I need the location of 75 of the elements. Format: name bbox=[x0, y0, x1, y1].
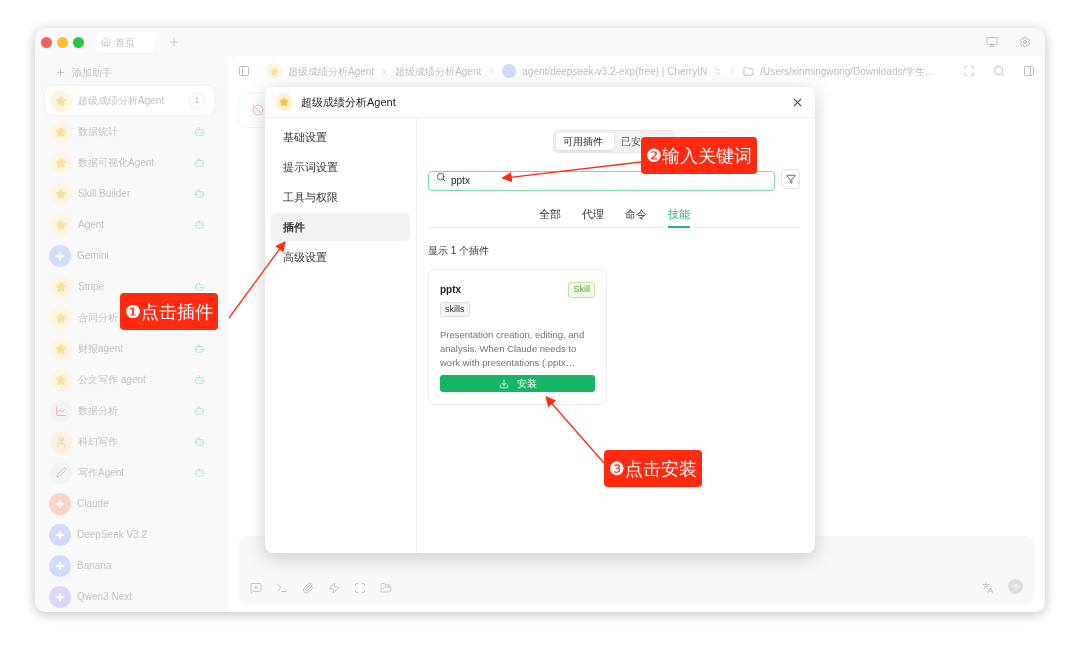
expand-icon[interactable] bbox=[354, 582, 366, 594]
sidebar-toggle-icon[interactable] bbox=[238, 65, 250, 77]
filter-tab[interactable]: 命令 bbox=[624, 206, 647, 228]
star-avatar-icon bbox=[275, 93, 293, 111]
type-tag: Skill bbox=[568, 282, 595, 298]
new-tab-icon[interactable] bbox=[168, 36, 180, 48]
bot-icon bbox=[194, 126, 205, 137]
annotation-tooltip: ❶点击插件 bbox=[120, 293, 219, 330]
plugin-name: pptx bbox=[440, 283, 463, 298]
filter-tab[interactable]: 代理 bbox=[581, 206, 604, 228]
chevrons-icon bbox=[713, 66, 723, 76]
dialog-title: 超级成绩分析Agent bbox=[301, 94, 396, 110]
lightning-icon[interactable] bbox=[328, 582, 340, 594]
star-avatar-icon bbox=[50, 89, 72, 112]
terminal-icon[interactable] bbox=[276, 582, 288, 594]
bot-icon bbox=[194, 467, 205, 478]
blocked-icon bbox=[252, 104, 264, 116]
result-count: 显示 1 个插件 bbox=[428, 244, 490, 258]
install-button[interactable]: 安装 bbox=[440, 375, 595, 392]
annotation-tooltip: ❸点击安装 bbox=[604, 450, 703, 487]
star-avatar-icon bbox=[50, 306, 72, 329]
home-icon bbox=[101, 37, 111, 47]
settings-nav-item[interactable]: 提示词设置 bbox=[271, 153, 410, 181]
bot-icon bbox=[194, 405, 205, 416]
send-button[interactable] bbox=[1008, 579, 1023, 594]
star-avatar-icon bbox=[50, 368, 72, 391]
search-icon[interactable] bbox=[993, 65, 1005, 77]
search-icon bbox=[436, 172, 446, 182]
bot-icon bbox=[194, 281, 205, 292]
model-selector[interactable]: agent/deepseek-v3.2-exp(free) | CherryIN bbox=[522, 63, 708, 79]
settings-nav-item[interactable]: 高级设置 bbox=[271, 243, 410, 271]
folder-icon bbox=[743, 65, 755, 77]
filter-button[interactable] bbox=[781, 169, 800, 189]
monitor-icon[interactable] bbox=[986, 36, 998, 48]
star-avatar-icon bbox=[50, 151, 72, 174]
plus-icon bbox=[55, 67, 66, 78]
settings-icon[interactable] bbox=[1019, 36, 1031, 48]
panel-toggle-icon[interactable] bbox=[1023, 65, 1035, 77]
settings-nav-item[interactable]: 插件 bbox=[271, 213, 410, 241]
arrow-up-icon bbox=[1010, 581, 1021, 592]
translate-icon[interactable] bbox=[982, 582, 994, 594]
figure-avatar-icon bbox=[50, 430, 72, 453]
bot-icon bbox=[194, 374, 205, 385]
chart-avatar-icon bbox=[50, 399, 72, 422]
settings-nav-item[interactable]: 基础设置 bbox=[271, 123, 410, 151]
annotation-tooltip: ❷输入关键词 bbox=[641, 137, 758, 174]
star-avatar-icon bbox=[50, 182, 72, 205]
maximize-window-button[interactable] bbox=[73, 36, 84, 48]
star-avatar-icon bbox=[266, 63, 282, 79]
bot-icon bbox=[194, 343, 205, 354]
segment-tab[interactable]: 可用插件 bbox=[556, 133, 614, 150]
category-tag: skills bbox=[440, 301, 470, 317]
filter-tab[interactable]: 全部 bbox=[538, 206, 561, 228]
plugin-description: Presentation creation, editing, and analysis. When Claude needs to work with presentations (.pptx… bbox=[440, 328, 586, 370]
folder-icon[interactable] bbox=[380, 582, 392, 594]
bot-icon bbox=[194, 436, 205, 447]
new-topic-icon[interactable] bbox=[250, 582, 262, 594]
settings-nav-item[interactable]: 工具与权限 bbox=[271, 183, 410, 211]
download-icon bbox=[498, 378, 509, 389]
pen-avatar-icon bbox=[50, 461, 72, 484]
filter-icon bbox=[785, 174, 796, 184]
close-window-button[interactable] bbox=[41, 36, 52, 48]
scan-icon[interactable] bbox=[963, 65, 975, 77]
star-avatar-icon bbox=[50, 120, 72, 143]
minimize-window-button[interactable] bbox=[57, 36, 68, 48]
star-avatar-icon bbox=[50, 337, 72, 360]
star-avatar-icon bbox=[50, 275, 72, 298]
attachment-icon[interactable] bbox=[302, 582, 314, 594]
annotation-arrow bbox=[545, 396, 605, 464]
bot-icon bbox=[194, 157, 205, 168]
star-avatar-icon bbox=[50, 213, 72, 236]
model-avatar-icon bbox=[502, 64, 517, 78]
bot-icon bbox=[194, 219, 205, 230]
filter-tab[interactable]: 技能 bbox=[667, 206, 690, 228]
bot-icon bbox=[194, 188, 205, 199]
